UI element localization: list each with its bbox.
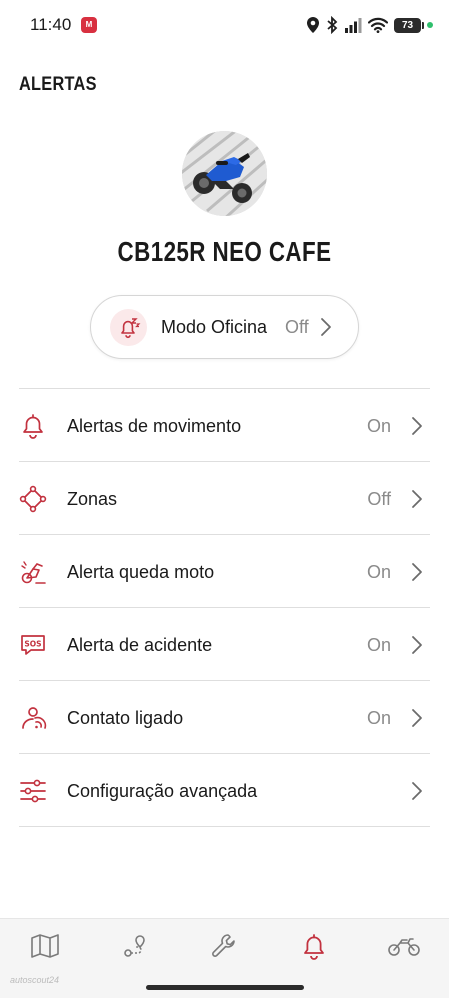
row-label: Zonas [67, 489, 118, 509]
sliders-icon [20, 779, 46, 803]
sos-icon: SOS [21, 635, 45, 655]
bike-avatar [182, 131, 267, 216]
fall-icon [21, 561, 46, 584]
battery-indicator: 73 [394, 17, 424, 33]
bluetooth-icon [327, 16, 338, 34]
page-title: ALERTAS [19, 74, 97, 95]
nav-motorcycle[interactable] [384, 931, 424, 961]
zones-icon [19, 485, 47, 513]
privacy-dot [427, 22, 433, 28]
workshop-mode-toggle[interactable]: Modo Oficina Off [90, 295, 359, 359]
ignition-icon [22, 707, 47, 729]
wrench-icon [212, 934, 235, 957]
route-icon [124, 935, 145, 957]
nav-map[interactable] [25, 931, 65, 961]
wifi-icon [368, 17, 388, 33]
row-value: On [366, 562, 391, 582]
nav-routes[interactable] [115, 931, 155, 961]
nav-maintenance[interactable] [204, 931, 244, 961]
bike-name: CB125R NEO CAFE [117, 236, 332, 267]
alert-settings-list: Alertas de movimento On Zonas Off Alerta… [19, 388, 430, 827]
alert-row-movement[interactable]: Alertas de movimento On [19, 389, 430, 462]
nav-alerts[interactable] [294, 931, 334, 961]
row-value: On [366, 416, 391, 436]
row-value: Off [367, 489, 391, 509]
chevron-right-icon [412, 636, 422, 654]
chevron-right-icon [412, 782, 422, 800]
status-bar: 11:40 M 73 [0, 0, 449, 52]
status-icons: 73 [306, 14, 433, 36]
workshop-mode-value: Off [285, 317, 309, 337]
workshop-mode-label: Modo Oficina [161, 317, 268, 337]
row-value: On [366, 635, 391, 655]
alert-row-zones[interactable]: Zonas Off [19, 462, 430, 535]
home-indicator[interactable] [146, 985, 304, 990]
chevron-right-icon [412, 417, 422, 435]
bell-icon [23, 414, 43, 439]
watermark: autoscout24 [10, 975, 60, 985]
chevron-right-icon [321, 318, 331, 336]
alert-row-advanced[interactable]: Configuração avançada [19, 754, 430, 827]
row-label: Contato ligado [67, 708, 184, 728]
chevron-right-icon [412, 709, 422, 727]
status-time: 11:40 [30, 15, 72, 34]
alert-row-ignition[interactable]: Contato ligado On [19, 681, 430, 754]
row-label: Alertas de movimento [67, 416, 242, 436]
svg-text:SOS: SOS [24, 640, 41, 649]
location-icon [307, 17, 319, 33]
motorcycle-photo [182, 131, 267, 216]
bell-icon [304, 934, 324, 960]
chevron-right-icon [412, 563, 422, 581]
alert-row-accident[interactable]: SOS Alerta de acidente On [19, 608, 430, 681]
motorcycle-icon [388, 938, 420, 956]
notification-app-icon: M [81, 17, 97, 33]
row-label: Configuração avançada [67, 781, 258, 801]
bell-sleep-icon [110, 309, 147, 346]
chevron-right-icon [412, 490, 422, 508]
row-label: Alerta queda moto [67, 562, 215, 582]
alert-row-fall[interactable]: Alerta queda moto On [19, 535, 430, 608]
row-value: On [366, 708, 391, 728]
map-icon [31, 934, 59, 958]
row-label: Alerta de acidente [67, 635, 213, 655]
signal-icon [345, 18, 362, 33]
